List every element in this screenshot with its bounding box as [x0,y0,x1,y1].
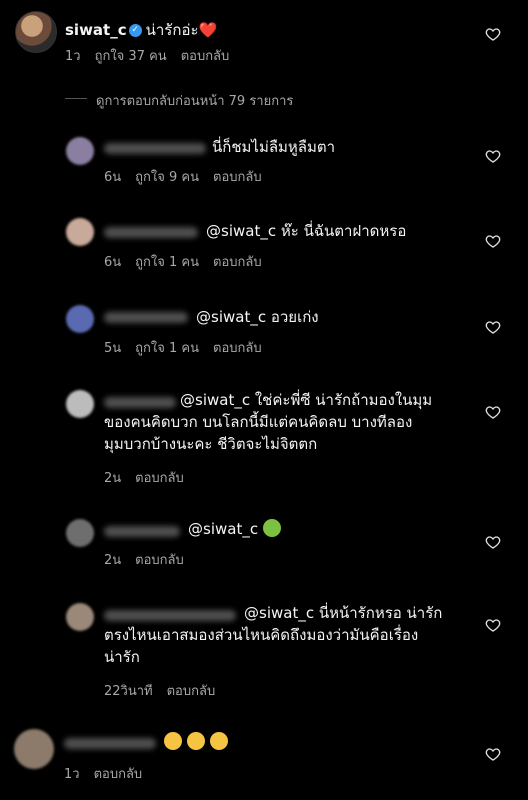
reply-text: @siwat_c อวยเก่ง [196,308,319,326]
reply-button[interactable]: ตอบกลับ [167,684,216,699]
reply-button[interactable]: ตอบกลับ [135,553,184,568]
reply-text: @siwat_c ใช่ค่ะพี่ซี น่ารักถ้ามองในมุม ข… [104,391,433,453]
red-heart-emoji: ❤️ [198,21,218,39]
like-count[interactable]: ถูกใจ 1 คน [135,255,199,270]
like-heart-icon[interactable] [485,404,501,420]
like-count[interactable]: ถูกใจ 37 คน [95,49,167,64]
reply-text: @siwat_c นี่หน้ารักหรอ น่ารัก ตรงไหนเอาส… [104,604,443,666]
avatar[interactable] [66,305,94,333]
avatar[interactable] [15,11,57,53]
like-heart-icon[interactable] [485,746,501,762]
avatar[interactable] [66,137,94,165]
reply-text: นี่ก็ชมไม่ลืมหูลืมตา [212,138,336,156]
like-heart-icon[interactable] [485,233,501,249]
username[interactable]: siwat_c [65,21,127,39]
mention[interactable]: @siwat_c [188,520,258,538]
reply-meta: 6น ถูกใจ 9 คน ตอบกลับ [104,166,276,187]
timestamp: 1ว [64,767,80,782]
like-heart-icon[interactable] [485,617,501,633]
reply-button[interactable]: ตอบกลับ [94,767,143,782]
timestamp: 6น [104,255,122,270]
comment-body: น่ารักอ่ะ [145,21,199,39]
verified-badge-icon: ✓ [128,24,142,37]
like-heart-icon[interactable] [485,319,501,335]
reply-meta: 5น ถูกใจ 1 คน ตอบกลับ [104,337,276,358]
comment-body [164,731,228,753]
username[interactable] [104,526,180,537]
username[interactable] [104,227,198,238]
avatar[interactable] [14,729,54,769]
username[interactable] [104,312,188,323]
reply-meta: 2น ตอบกลับ [104,467,198,488]
timestamp: 6น [104,170,122,185]
reply-meta: 2น ตอบกลับ [104,549,198,570]
mention[interactable]: @siwat_c [244,604,314,622]
mention[interactable]: @siwat_c [196,308,266,326]
mention[interactable]: @siwat_c [180,391,250,409]
reply-button[interactable]: ตอบกลับ [213,255,262,270]
laughing-emoji-icon [164,732,182,750]
reply-button[interactable]: ตอบกลับ [213,341,262,356]
timestamp: 5น [104,341,122,356]
laughing-emoji-icon [186,732,205,750]
divider-line [65,98,87,99]
avatar[interactable] [66,603,94,631]
reply-button[interactable]: ตอบกลับ [181,49,230,64]
main-comment-meta: 1ว ถูกใจ 37 คน ตอบกลับ [65,45,243,66]
like-count[interactable]: ถูกใจ 1 คน [135,341,199,356]
avatar[interactable] [66,390,94,418]
timestamp: 22วินาที [104,684,153,699]
comment-meta: 1ว ตอบกลับ [64,763,156,784]
mention[interactable]: @siwat_c [206,222,276,240]
reply-meta: 6น ถูกใจ 1 คน ตอบกลับ [104,251,276,272]
reply-meta: 22วินาที ตอบกลับ [104,680,229,701]
avatar[interactable] [66,218,94,246]
reply-text: @siwat_c [188,518,281,540]
like-count[interactable]: ถูกใจ 9 คน [135,170,199,185]
main-comment-text: siwat_c ✓ น่ารักอ่ะ❤️ [65,19,217,41]
laughing-emoji-icon [209,732,228,750]
reply-button[interactable]: ตอบกลับ [135,471,184,486]
timestamp: 1ว [65,49,81,64]
like-heart-icon[interactable] [485,534,501,550]
timestamp: 2น [104,553,122,568]
username[interactable] [64,738,156,749]
like-heart-icon[interactable] [485,148,501,164]
timestamp: 2น [104,471,122,486]
like-heart-icon[interactable] [485,26,501,42]
avatar[interactable] [66,519,94,547]
username[interactable] [104,143,206,154]
view-previous-replies[interactable]: ดูการตอบกลับก่อนหน้า 79 รายการ [96,90,293,111]
reply-text: @siwat_c ห๊ะ นี่ฉันตาฝาดหรอ [206,222,407,240]
nauseated-emoji-icon [262,519,281,537]
reply-button[interactable]: ตอบกลับ [213,170,262,185]
